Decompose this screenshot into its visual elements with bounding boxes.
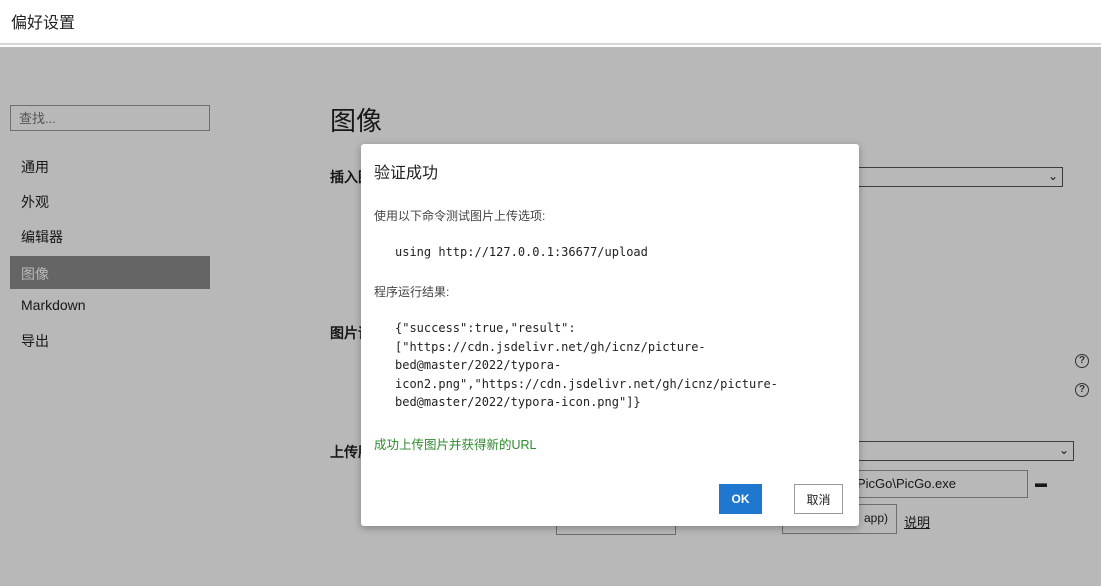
dialog-success-message: 成功上传图片并获得新的URL: [374, 438, 537, 452]
window-titlebar: 偏好设置: [0, 0, 1101, 45]
cancel-button[interactable]: 取消: [794, 484, 843, 514]
verify-success-dialog: 验证成功 使用以下命令测试图片上传选项: using http://127.0.…: [361, 144, 859, 526]
result-line: bed@master/2022/typora-: [395, 358, 562, 372]
dialog-command: using http://127.0.0.1:36677/upload: [395, 245, 648, 259]
dialog-instruction: 使用以下命令测试图片上传选项:: [374, 209, 546, 223]
dialog-title: 验证成功: [374, 165, 439, 182]
dialog-result-label: 程序运行结果:: [374, 285, 450, 299]
result-line: {"success":true,"result":: [395, 321, 576, 335]
window-title: 偏好设置: [11, 15, 76, 32]
dialog-result-output: {"success":true,"result": ["https://cdn.j…: [395, 319, 778, 412]
result-line: icon2.png","https://cdn.jsdelivr.net/gh/…: [395, 376, 778, 391]
ok-button[interactable]: OK: [719, 484, 762, 514]
result-line: bed@master/2022/typora-icon.png"]}: [395, 395, 641, 409]
result-line: ["https://cdn.jsdelivr.net/gh/icnz/pictu…: [395, 339, 706, 354]
